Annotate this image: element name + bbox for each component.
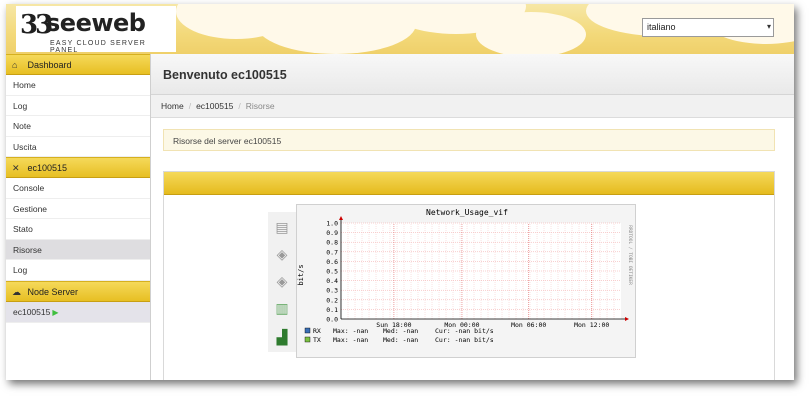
network-usage-chart: Network_Usage_vif bit/s RRDTOOL / TOBI O… [297,208,633,344]
sidebar-section-node-server[interactable]: ☁ Node Server [6,280,150,302]
breadcrumb-home[interactable]: Home [161,101,184,111]
legend-text: Max: -nan [333,336,368,344]
sidebar-section-title: ec100515 [27,163,68,173]
rrdtool-watermark: RRDTOOL / TOBI OETIKER [627,225,633,285]
breadcrumb-separator: / [238,101,241,111]
sidebar-section-server[interactable]: ✕ ec100515 [6,157,150,178]
disk-graph-icon[interactable]: ◈ [271,243,293,265]
sidebar-item-log[interactable]: Log [6,96,150,116]
language-select-value: italiano [647,22,676,32]
x-tick-label: Mon 06:00 [511,321,546,329]
play-icon: ▶ [52,307,59,317]
browser-frame: 33 seeweb EASY CLOUD SERVER PANEL italia… [6,4,794,380]
network-graph-icon[interactable]: ▟ [271,326,293,348]
breadcrumb: Home / ec100515 / Risorse [151,95,794,118]
y-tick-label: 0.3 [326,287,338,295]
sidebar-item-stato[interactable]: Stato [6,219,150,240]
sidebar-section-title: Node Server [27,286,79,297]
panel-header [164,172,774,195]
tools-icon: ✕ [12,163,20,173]
sidebar-item-console[interactable]: Console [6,178,150,199]
y-tick-label: 0.1 [326,306,338,314]
y-axis-arrow [339,216,343,220]
legend-text: RX [313,327,321,335]
sidebar-item-server-log[interactable]: Log [6,260,150,281]
disk-io-graph-icon[interactable]: ◈ [271,270,293,292]
logo-name: seeweb [46,9,146,37]
legend-text: Med: -nan [383,336,418,344]
legend-text: TX [313,336,321,344]
sidebar-item-uscita[interactable]: Uscita [6,137,150,157]
y-tick-labels: 0.0 0.1 0.20.3 0.40.5 0.6 0.70.8 0.91.0 [326,220,338,324]
chart-legend: RX Max: -nan Med: -nan Cur: -nan bit/s TX Max… [304,327,494,344]
graph-thumbnails: ▤ ◈ ◈ ▥ ▟ [268,212,296,352]
cloud-icon: ☁ [12,286,21,297]
legend-text: Med: -nan [383,327,418,335]
info-alert: Risorse del server ec100515 [163,129,775,151]
legend-text: Cur: -nan bit/s [435,327,494,335]
node-server-label: ec100515 [13,306,51,317]
breadcrumb-separator: / [188,101,192,111]
legend-swatch [304,327,311,334]
header: 33 seeweb EASY CLOUD SERVER PANEL italia… [6,4,794,54]
legend-text: Cur: -nan bit/s [435,336,494,344]
y-tick-label: 1.0 [326,220,338,228]
y-tick-label: 0.6 [326,258,338,266]
sidebar-item-gestione[interactable]: Gestione [6,199,150,219]
graph-container: ▤ ◈ ◈ ▥ ▟ Network_Usage_vif bit/s RRDTOO… [268,204,636,358]
y-axis-label: bit/s [297,264,305,285]
logo-tagline: EASY CLOUD SERVER PANEL [50,40,147,54]
page-title: Benvenuto ec100515 [151,54,794,95]
sidebar-item-risorse[interactable]: Risorse [6,239,150,260]
y-tick-label: 0.9 [326,229,338,237]
language-select[interactable]: italiano ▾ [642,18,774,37]
breadcrumb-server[interactable]: ec100515 [196,101,233,111]
x-tick-label: Mon 12:00 [574,321,609,329]
legend-swatch [304,336,311,343]
cloud-decoration [476,12,586,54]
home-icon: ⌂ [12,60,18,70]
memory-graph-icon[interactable]: ▥ [271,297,293,319]
chart-title: Network_Usage_vif [426,208,508,217]
y-tick-label: 0.2 [326,296,338,304]
x-axis-arrow [625,317,629,321]
y-tick-label: 0.8 [326,239,338,247]
y-tick-label: 0.4 [326,277,338,285]
sidebar-section-dashboard[interactable]: ⌂ Dashboard [6,54,150,75]
sidebar-item-node-server[interactable]: ec100515 ▶ [6,301,150,323]
legend-text: Max: -nan [333,327,368,335]
cpu-graph-icon[interactable]: ▤ [271,216,293,238]
sidebar: ⌂ Dashboard Home Log Note Uscita ✕ ec100… [6,54,151,380]
chevron-down-icon: ▾ [766,22,771,31]
sidebar-section-title: Dashboard [27,60,72,70]
y-tick-label: 0.5 [326,268,338,276]
network-usage-graph: Network_Usage_vif bit/s RRDTOOL / TOBI O… [296,204,636,358]
seeweb-logo[interactable]: 33 seeweb EASY CLOUD SERVER PANEL [16,6,176,54]
resources-panel: ▤ ◈ ◈ ▥ ▟ Network_Usage_vif bit/s RRDTOO… [163,171,775,380]
sidebar-item-home[interactable]: Home [6,75,150,96]
breadcrumb-current: Risorse [245,101,275,111]
y-tick-label: 0.0 [326,316,338,324]
main-content: Benvenuto ec100515 Home / ec100515 / Risorse… [151,54,794,380]
y-tick-label: 0.7 [326,248,338,256]
sidebar-item-note[interactable]: Note [6,116,150,137]
